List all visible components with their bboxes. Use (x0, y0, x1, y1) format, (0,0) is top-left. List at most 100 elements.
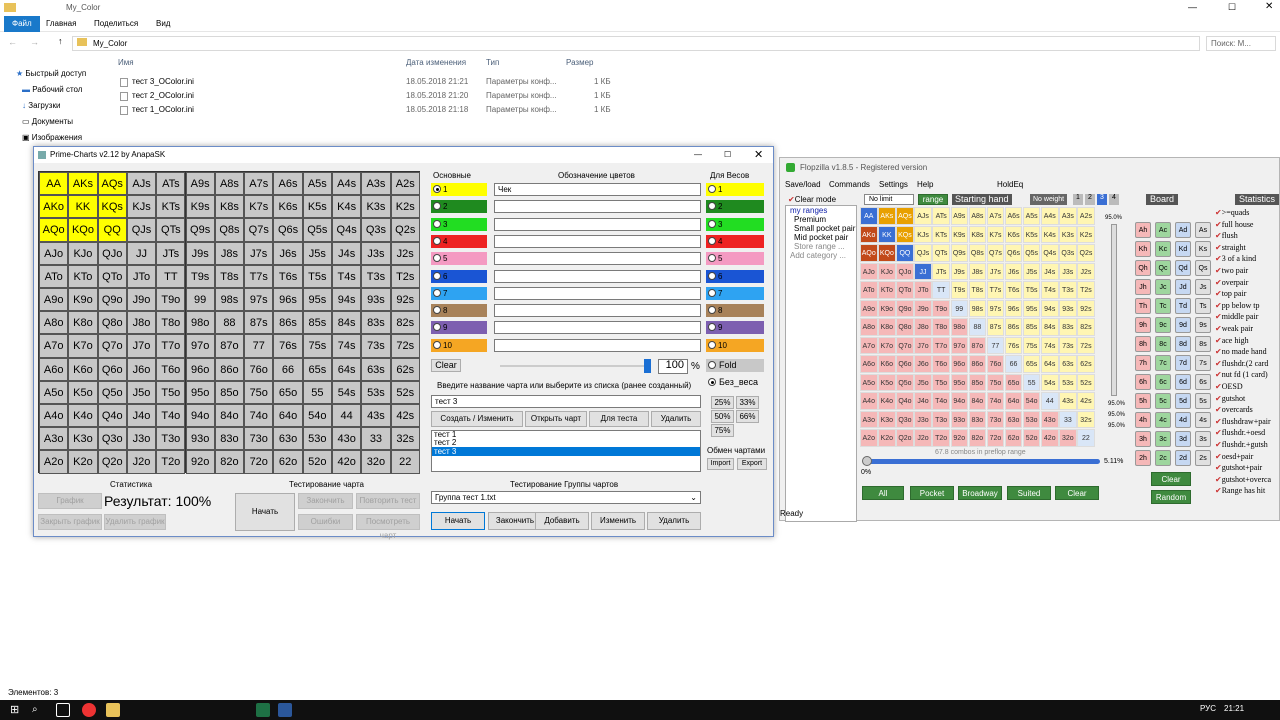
flop-hand-cell[interactable]: 75o (986, 373, 1005, 392)
hand-cell[interactable]: 93s (361, 288, 391, 312)
hand-cell[interactable]: J3o (126, 427, 157, 451)
hand-cell[interactable]: KTs (156, 195, 186, 219)
flop-hand-cell[interactable]: 42o (1041, 429, 1059, 447)
hand-cell[interactable]: T9s (185, 264, 215, 288)
tree-item[interactable]: my ranges (786, 206, 856, 215)
stat-row[interactable]: ✔3 of a kind (1215, 254, 1256, 263)
flop-hand-cell[interactable]: 72o (986, 429, 1005, 447)
hand-cell[interactable]: A7o (39, 334, 69, 358)
hand-cell[interactable]: Q4s (332, 218, 362, 242)
hand-cell[interactable]: 92o (185, 450, 215, 474)
hand-cell[interactable]: 52s (390, 380, 420, 404)
board-card[interactable]: Ah (1135, 222, 1151, 238)
stat-row[interactable]: ✔OESD (1215, 382, 1243, 391)
flop-hand-cell[interactable]: K8s (968, 225, 987, 244)
flop-hand-cell[interactable]: T5o (932, 373, 950, 392)
open-chart-button[interactable]: Открыть чарт (525, 411, 587, 427)
weight-66[interactable]: 66% (736, 410, 759, 423)
hand-cell[interactable]: 83o (214, 427, 245, 451)
percent-input[interactable]: 100 (658, 359, 688, 374)
flop-hand-cell[interactable]: 32s (1077, 410, 1095, 429)
tab-share[interactable]: Поделиться (86, 16, 146, 32)
menu-settings[interactable]: Settings (879, 180, 908, 189)
weight-radio[interactable] (708, 202, 716, 211)
hand-cell[interactable]: A3o (39, 427, 69, 451)
hand-cell[interactable]: 43o (332, 427, 362, 451)
create-chart-button[interactable]: Создать / Изменить чарт (431, 411, 523, 437)
flop-hand-cell[interactable]: K3o (878, 410, 896, 429)
weight-color-option[interactable]: 8 (706, 304, 764, 318)
column-type[interactable]: Тип (486, 58, 499, 67)
flop-hand-cell[interactable]: K7o (878, 336, 896, 355)
hand-cell[interactable]: A4s (332, 172, 362, 196)
color-description-input[interactable] (494, 338, 701, 352)
hand-cell[interactable]: K9o (68, 288, 98, 312)
file-row[interactable]: тест 1_OColor.ini 18.05.2018 21:18 Парам… (118, 103, 678, 117)
hand-cell[interactable]: 44 (332, 404, 362, 428)
flop-hand-cell[interactable]: 64s (1041, 355, 1059, 373)
flop-hand-cell[interactable]: 42s (1077, 392, 1095, 410)
hand-cell[interactable]: T7o (156, 334, 186, 358)
color-radio[interactable] (433, 288, 441, 297)
flop-hand-cell[interactable]: J2s (1077, 262, 1095, 281)
flop-hand-cell[interactable]: Q2o (896, 429, 914, 447)
import-button[interactable]: Import (707, 458, 734, 470)
color-radio[interactable] (433, 271, 441, 280)
hand-cell[interactable]: 72s (390, 334, 420, 358)
color-option[interactable]: 2 (431, 200, 487, 214)
hand-cell[interactable]: K7s (244, 195, 274, 219)
flop-hand-cell[interactable]: K5o (878, 373, 896, 392)
board-card[interactable]: 6d (1175, 374, 1191, 390)
nav-desktop[interactable]: ▬ Рабочий стол (22, 82, 82, 98)
board-card[interactable]: Qh (1135, 260, 1151, 276)
hand-cell[interactable]: 95s (302, 288, 332, 312)
hand-cell[interactable]: Q9s (185, 218, 215, 242)
flop-hand-cell[interactable]: KTo (878, 281, 896, 299)
flop-hand-cell[interactable]: K7s (986, 225, 1005, 244)
hand-cell[interactable]: T8s (214, 264, 245, 288)
flop-hand-cell[interactable]: 92s (1077, 299, 1095, 318)
hand-cell[interactable]: AA (39, 172, 69, 196)
errors-button[interactable]: Ошибки (298, 514, 353, 530)
board-random-button[interactable]: Random (1151, 490, 1191, 504)
flop-hand-cell[interactable]: T9o (932, 299, 950, 318)
flop-hand-cell[interactable]: 98o (950, 318, 968, 336)
hand-cell[interactable]: KTo (68, 264, 98, 288)
hand-cell[interactable]: 76o (244, 357, 274, 381)
hand-cell[interactable]: 93o (185, 427, 215, 451)
group-start-button[interactable]: Начать (431, 512, 485, 530)
hand-cell[interactable]: K4o (68, 404, 98, 428)
weight-50[interactable]: 50% (711, 410, 734, 423)
flop-hand-cell[interactable]: KJo (878, 262, 896, 281)
file-row[interactable]: тест 3_OColor.ini 18.05.2018 21:21 Парам… (118, 75, 678, 89)
flop-hand-cell[interactable]: Q5s (1022, 244, 1041, 262)
forward-icon[interactable]: → (30, 37, 39, 47)
group-add-button[interactable]: Добавить (535, 512, 589, 530)
board-card[interactable]: 4h (1135, 412, 1151, 428)
board-card[interactable]: 8h (1135, 336, 1151, 352)
hand-cell[interactable]: 85o (214, 380, 245, 404)
flop-hand-cell[interactable]: J6o (914, 355, 932, 373)
minimize-button[interactable]: — (694, 147, 702, 163)
color-description-input[interactable] (494, 269, 701, 283)
board-card[interactable]: 7s (1195, 355, 1211, 371)
board-card[interactable]: 8d (1175, 336, 1191, 352)
flop-hand-cell[interactable]: 53o (1022, 410, 1041, 429)
hand-cell[interactable]: AJo (39, 241, 69, 265)
flop-hand-cell[interactable]: T3o (932, 410, 950, 429)
excel-icon[interactable] (256, 703, 270, 717)
flop-hand-cell[interactable]: Q6s (1004, 244, 1023, 262)
flop-hand-cell[interactable]: J7s (986, 262, 1005, 281)
all-button[interactable]: All (862, 486, 904, 500)
broadway-button[interactable]: Broadway (958, 486, 1002, 500)
flop-hand-cell[interactable]: K9o (878, 299, 896, 318)
board-card[interactable]: 4c (1155, 412, 1171, 428)
board-card[interactable]: Ac (1155, 222, 1171, 238)
hand-cell[interactable]: 65s (302, 357, 332, 381)
hand-cell[interactable]: KQs (97, 195, 127, 219)
flop-hand-cell[interactable]: T4s (1041, 281, 1059, 299)
weight-color-option[interactable]: 4 (706, 234, 764, 248)
hand-cell[interactable]: A9o (39, 288, 69, 312)
hand-cell[interactable]: 84o (214, 404, 245, 428)
flop-hand-cell[interactable]: K4o (878, 392, 896, 410)
